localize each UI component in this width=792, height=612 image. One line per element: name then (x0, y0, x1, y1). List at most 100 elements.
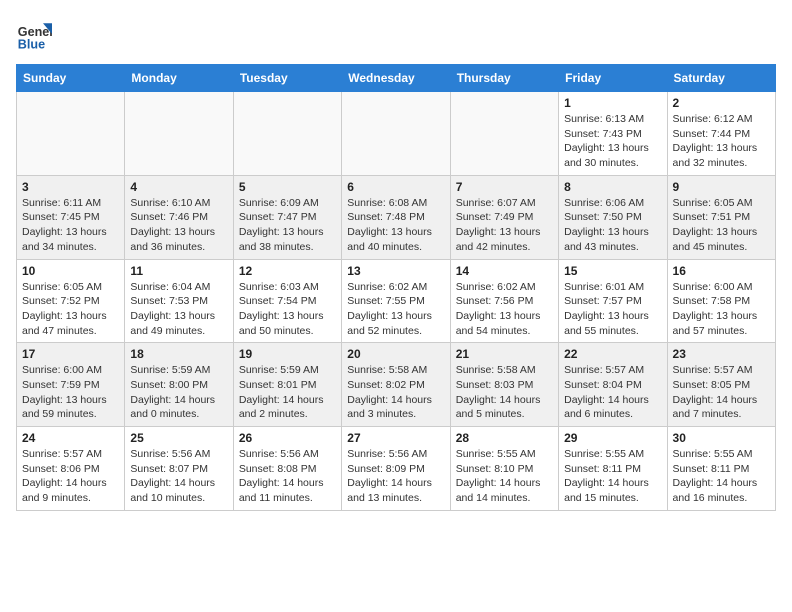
cal-cell: 21 Sunrise: 5:58 AMSunset: 8:03 PMDaylig… (450, 343, 558, 427)
cell-info: Sunrise: 6:12 AMSunset: 7:44 PMDaylight:… (673, 112, 770, 171)
cell-info: Sunrise: 5:55 AMSunset: 8:11 PMDaylight:… (673, 447, 770, 506)
cell-info: Sunrise: 6:00 AMSunset: 7:58 PMDaylight:… (673, 280, 770, 339)
cell-info: Sunrise: 6:06 AMSunset: 7:50 PMDaylight:… (564, 196, 661, 255)
day-number: 14 (456, 264, 553, 278)
day-header-sunday: Sunday (17, 65, 125, 92)
day-number: 19 (239, 347, 336, 361)
cal-cell (17, 92, 125, 176)
day-number: 23 (673, 347, 770, 361)
day-header-saturday: Saturday (667, 65, 775, 92)
cell-info: Sunrise: 5:56 AMSunset: 8:07 PMDaylight:… (130, 447, 227, 506)
cal-cell: 24 Sunrise: 5:57 AMSunset: 8:06 PMDaylig… (17, 427, 125, 511)
cell-info: Sunrise: 6:07 AMSunset: 7:49 PMDaylight:… (456, 196, 553, 255)
cell-info: Sunrise: 6:05 AMSunset: 7:51 PMDaylight:… (673, 196, 770, 255)
cal-cell: 27 Sunrise: 5:56 AMSunset: 8:09 PMDaylig… (342, 427, 450, 511)
cell-info: Sunrise: 6:09 AMSunset: 7:47 PMDaylight:… (239, 196, 336, 255)
cell-info: Sunrise: 5:57 AMSunset: 8:06 PMDaylight:… (22, 447, 119, 506)
day-number: 2 (673, 96, 770, 110)
day-number: 4 (130, 180, 227, 194)
week-row-1: 1 Sunrise: 6:13 AMSunset: 7:43 PMDayligh… (17, 92, 776, 176)
cal-cell: 10 Sunrise: 6:05 AMSunset: 7:52 PMDaylig… (17, 259, 125, 343)
day-number: 30 (673, 431, 770, 445)
cal-cell: 1 Sunrise: 6:13 AMSunset: 7:43 PMDayligh… (559, 92, 667, 176)
cell-info: Sunrise: 6:13 AMSunset: 7:43 PMDaylight:… (564, 112, 661, 171)
day-number: 15 (564, 264, 661, 278)
cal-cell: 9 Sunrise: 6:05 AMSunset: 7:51 PMDayligh… (667, 175, 775, 259)
cal-cell: 3 Sunrise: 6:11 AMSunset: 7:45 PMDayligh… (17, 175, 125, 259)
cell-info: Sunrise: 5:57 AMSunset: 8:04 PMDaylight:… (564, 363, 661, 422)
cell-info: Sunrise: 6:11 AMSunset: 7:45 PMDaylight:… (22, 196, 119, 255)
cal-cell: 18 Sunrise: 5:59 AMSunset: 8:00 PMDaylig… (125, 343, 233, 427)
cal-cell (233, 92, 341, 176)
day-number: 16 (673, 264, 770, 278)
cal-cell: 28 Sunrise: 5:55 AMSunset: 8:10 PMDaylig… (450, 427, 558, 511)
day-number: 5 (239, 180, 336, 194)
cal-cell: 6 Sunrise: 6:08 AMSunset: 7:48 PMDayligh… (342, 175, 450, 259)
cell-info: Sunrise: 6:02 AMSunset: 7:55 PMDaylight:… (347, 280, 444, 339)
calendar-table: SundayMondayTuesdayWednesdayThursdayFrid… (16, 64, 776, 511)
day-number: 10 (22, 264, 119, 278)
week-row-4: 17 Sunrise: 6:00 AMSunset: 7:59 PMDaylig… (17, 343, 776, 427)
cell-info: Sunrise: 6:02 AMSunset: 7:56 PMDaylight:… (456, 280, 553, 339)
day-number: 17 (22, 347, 119, 361)
day-number: 18 (130, 347, 227, 361)
day-number: 8 (564, 180, 661, 194)
cell-info: Sunrise: 5:56 AMSunset: 8:09 PMDaylight:… (347, 447, 444, 506)
cell-info: Sunrise: 6:05 AMSunset: 7:52 PMDaylight:… (22, 280, 119, 339)
day-number: 28 (456, 431, 553, 445)
week-row-3: 10 Sunrise: 6:05 AMSunset: 7:52 PMDaylig… (17, 259, 776, 343)
cell-info: Sunrise: 5:57 AMSunset: 8:05 PMDaylight:… (673, 363, 770, 422)
day-number: 9 (673, 180, 770, 194)
day-number: 13 (347, 264, 444, 278)
day-header-monday: Monday (125, 65, 233, 92)
day-number: 12 (239, 264, 336, 278)
cal-cell: 19 Sunrise: 5:59 AMSunset: 8:01 PMDaylig… (233, 343, 341, 427)
cell-info: Sunrise: 5:55 AMSunset: 8:10 PMDaylight:… (456, 447, 553, 506)
cal-cell: 17 Sunrise: 6:00 AMSunset: 7:59 PMDaylig… (17, 343, 125, 427)
week-row-2: 3 Sunrise: 6:11 AMSunset: 7:45 PMDayligh… (17, 175, 776, 259)
day-header-friday: Friday (559, 65, 667, 92)
cal-cell (342, 92, 450, 176)
svg-text:Blue: Blue (18, 37, 45, 51)
page-header: General Blue (16, 16, 776, 52)
day-header-wednesday: Wednesday (342, 65, 450, 92)
cell-info: Sunrise: 6:10 AMSunset: 7:46 PMDaylight:… (130, 196, 227, 255)
day-number: 25 (130, 431, 227, 445)
cal-cell (125, 92, 233, 176)
day-number: 26 (239, 431, 336, 445)
day-header-tuesday: Tuesday (233, 65, 341, 92)
day-number: 29 (564, 431, 661, 445)
cal-cell: 22 Sunrise: 5:57 AMSunset: 8:04 PMDaylig… (559, 343, 667, 427)
cell-info: Sunrise: 6:04 AMSunset: 7:53 PMDaylight:… (130, 280, 227, 339)
cal-cell: 14 Sunrise: 6:02 AMSunset: 7:56 PMDaylig… (450, 259, 558, 343)
cell-info: Sunrise: 6:00 AMSunset: 7:59 PMDaylight:… (22, 363, 119, 422)
cell-info: Sunrise: 5:59 AMSunset: 8:01 PMDaylight:… (239, 363, 336, 422)
cell-info: Sunrise: 5:56 AMSunset: 8:08 PMDaylight:… (239, 447, 336, 506)
logo: General Blue (16, 16, 56, 52)
cal-cell: 16 Sunrise: 6:00 AMSunset: 7:58 PMDaylig… (667, 259, 775, 343)
day-number: 7 (456, 180, 553, 194)
day-number: 24 (22, 431, 119, 445)
cal-cell: 2 Sunrise: 6:12 AMSunset: 7:44 PMDayligh… (667, 92, 775, 176)
cal-cell: 5 Sunrise: 6:09 AMSunset: 7:47 PMDayligh… (233, 175, 341, 259)
cal-cell: 4 Sunrise: 6:10 AMSunset: 7:46 PMDayligh… (125, 175, 233, 259)
cal-cell: 12 Sunrise: 6:03 AMSunset: 7:54 PMDaylig… (233, 259, 341, 343)
day-header-thursday: Thursday (450, 65, 558, 92)
cell-info: Sunrise: 5:58 AMSunset: 8:02 PMDaylight:… (347, 363, 444, 422)
cal-cell (450, 92, 558, 176)
cal-cell: 29 Sunrise: 5:55 AMSunset: 8:11 PMDaylig… (559, 427, 667, 511)
cal-cell: 23 Sunrise: 5:57 AMSunset: 8:05 PMDaylig… (667, 343, 775, 427)
cell-info: Sunrise: 6:08 AMSunset: 7:48 PMDaylight:… (347, 196, 444, 255)
cal-cell: 11 Sunrise: 6:04 AMSunset: 7:53 PMDaylig… (125, 259, 233, 343)
cal-cell: 25 Sunrise: 5:56 AMSunset: 8:07 PMDaylig… (125, 427, 233, 511)
day-number: 21 (456, 347, 553, 361)
cell-info: Sunrise: 5:59 AMSunset: 8:00 PMDaylight:… (130, 363, 227, 422)
cal-cell: 15 Sunrise: 6:01 AMSunset: 7:57 PMDaylig… (559, 259, 667, 343)
cal-cell: 26 Sunrise: 5:56 AMSunset: 8:08 PMDaylig… (233, 427, 341, 511)
day-number: 20 (347, 347, 444, 361)
week-row-5: 24 Sunrise: 5:57 AMSunset: 8:06 PMDaylig… (17, 427, 776, 511)
day-number: 11 (130, 264, 227, 278)
cal-cell: 20 Sunrise: 5:58 AMSunset: 8:02 PMDaylig… (342, 343, 450, 427)
cal-cell: 8 Sunrise: 6:06 AMSunset: 7:50 PMDayligh… (559, 175, 667, 259)
day-number: 27 (347, 431, 444, 445)
